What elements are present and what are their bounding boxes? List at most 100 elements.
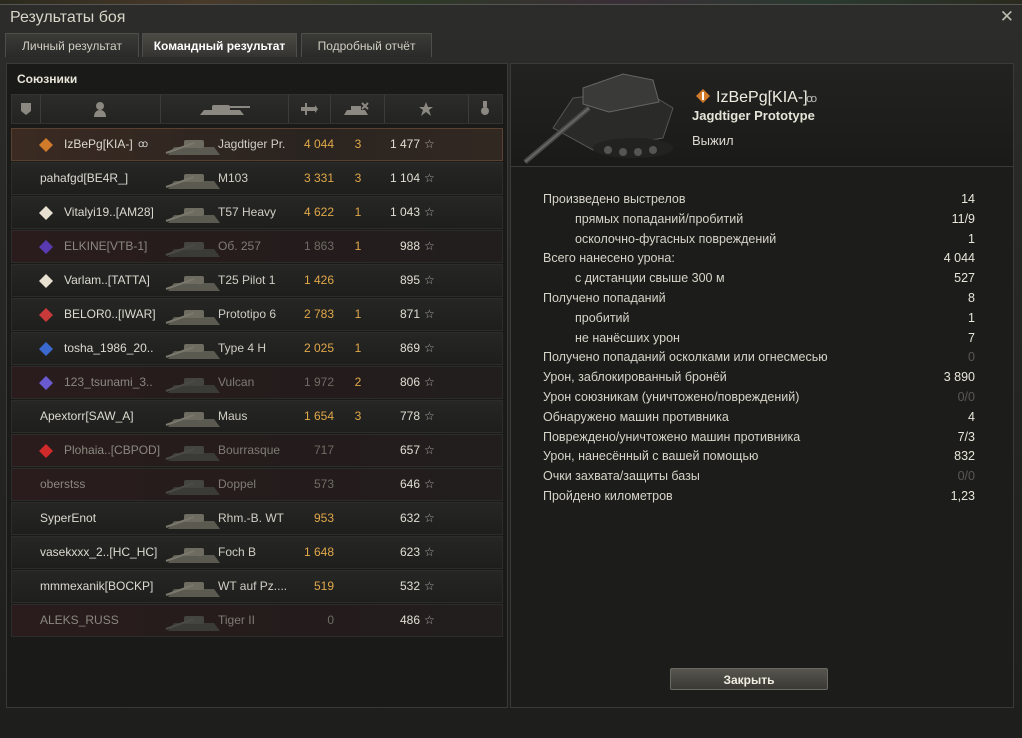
player-row[interactable]: Plohaia..[CBPOD] Bourrasque 717 657 ☆ xyxy=(11,434,503,467)
damage-value: 1 972 xyxy=(303,375,334,389)
kills-value: 1 xyxy=(354,341,362,355)
stat-value: 7 xyxy=(968,330,975,345)
stat-label: Очки захвата/защиты базы xyxy=(543,469,700,484)
xp-column-header[interactable]: ⌄ xyxy=(384,93,766,123)
stat-value: 1 xyxy=(968,231,975,246)
kills-value xyxy=(352,435,364,466)
tank-name: Doppel xyxy=(218,477,257,491)
tank-name: Prototipo 6 xyxy=(218,307,277,321)
xp-value: 646 xyxy=(399,477,420,491)
xp-value: 1 104 xyxy=(389,171,420,185)
stat-label: Получено попаданий xyxy=(543,290,666,305)
star-icon: ☆ xyxy=(424,137,435,151)
close-button[interactable]: Закрыть xyxy=(670,668,828,690)
player-name: mmmexanik[BOCKP] xyxy=(40,579,154,593)
player-detail-panel: IzBePg[KIA-] ꝏ Jagdtiger Prototype Выжил… xyxy=(510,63,1014,708)
kills-value: 1 xyxy=(354,307,362,321)
stat-label: с дистанции свыше 300 м xyxy=(575,271,725,286)
clan-emblem-icon xyxy=(39,342,53,356)
player-row[interactable]: ELKINE[VTB-1] Об. 257 1 863 1 988 ☆ xyxy=(11,230,503,263)
tank-thumbnail-icon xyxy=(165,480,220,495)
damage-value: 953 xyxy=(313,511,334,525)
stat-row: осколочно-фугасных повреждений 1 xyxy=(543,232,975,252)
tank-name: Vulcan xyxy=(218,375,255,389)
stat-row: Урон союзникам (уничтожено/повреждений) 0… xyxy=(543,390,975,410)
stat-row: Произведено выстрелов 14 xyxy=(543,192,975,212)
player-detail-header: IzBePg[KIA-] ꝏ Jagdtiger Prototype Выжил xyxy=(511,64,1013,167)
damage-value: 519 xyxy=(313,579,334,593)
clan-emblem-icon xyxy=(39,308,53,322)
tank-name: Tiger II xyxy=(218,613,255,627)
xp-value: 632 xyxy=(399,511,420,525)
squad-column-header[interactable] xyxy=(12,95,41,123)
tab-team-result[interactable]: Командный результат xyxy=(142,33,297,57)
stat-row: с дистанции свыше 300 м 527 xyxy=(543,271,975,291)
tank-thumbnail-icon xyxy=(165,514,220,529)
star-icon: ☆ xyxy=(424,477,435,491)
kills-value: 2 xyxy=(354,375,362,389)
tank-name: Об. 257 xyxy=(218,239,261,253)
tank-thumbnail-icon xyxy=(165,344,220,359)
player-name: oberstss xyxy=(40,477,86,491)
clan-emblem-icon xyxy=(39,376,53,390)
damage-value: 1 648 xyxy=(303,545,334,559)
stat-value: 7/3 xyxy=(957,429,975,444)
xp-star-icon xyxy=(419,102,433,116)
xp-value: 778 xyxy=(399,409,420,423)
window-title: Результаты боя xyxy=(10,9,126,26)
battle-results-window: Результаты боя ✕ Личный результат Команд… xyxy=(0,4,1022,738)
close-icon[interactable]: ✕ xyxy=(1000,7,1014,27)
kills-value: 3 xyxy=(354,171,362,185)
stat-label: не нанёсших урон xyxy=(575,330,680,345)
xp-value: 871 xyxy=(399,307,420,321)
xp-value: 486 xyxy=(399,613,420,627)
player-row[interactable]: Vitalyi19..[AM28] T57 Heavy 4 622 1 1 043 ☆ xyxy=(11,196,503,229)
tank-name: Rhm.-B. WT xyxy=(218,511,284,525)
player-name: tosha_1986_20.. xyxy=(64,341,154,355)
player-row[interactable]: SyperEnot Rhm.-B. WT 953 632 ☆ xyxy=(11,502,503,535)
player-name: IzBePg[KIA-] xyxy=(716,89,808,106)
clan-emblem-icon xyxy=(39,444,53,458)
tab-personal-result[interactable]: Личный результат xyxy=(5,33,139,57)
player-icon xyxy=(94,102,106,117)
damage-value: 3 331 xyxy=(303,171,334,185)
damage-column-header[interactable] xyxy=(288,95,331,123)
player-row[interactable]: IzBePg[KIA-] ꝏ Jagdtiger Pr. 4 044 3 1 477 ☆ xyxy=(11,128,503,161)
stat-value: 832 xyxy=(954,449,975,464)
tab-detailed-report[interactable]: Подробный отчёт xyxy=(301,33,432,57)
player-row[interactable]: oberstss Doppel 573 646 ☆ xyxy=(11,468,503,501)
player-row[interactable]: tosha_1986_20.. Type 4 H 2 025 1 869 ☆ xyxy=(11,332,503,365)
vehicle-status: Выжил xyxy=(692,133,734,148)
player-name: SyperEnot xyxy=(40,511,97,525)
player-row[interactable]: BELOR0..[IWAR] Prototipo 6 2 783 1 871 ☆ xyxy=(11,298,503,331)
team-title: Союзники xyxy=(17,72,78,86)
player-row[interactable]: ALEKS_RUSS Tiger II 0 486 ☆ xyxy=(11,604,503,637)
tank-name: Jagdtiger Pr. xyxy=(218,137,286,151)
star-icon: ☆ xyxy=(424,171,435,185)
player-column-header[interactable] xyxy=(40,95,161,123)
stat-row: Урон, нанесённый с вашей помощью 832 xyxy=(543,449,975,469)
tank-name: Jagdtiger Prototype xyxy=(692,108,815,123)
kills-column-header[interactable] xyxy=(330,95,385,123)
player-row[interactable]: Varlam..[TATTA] T25 Pilot 1 1 426 895 ☆ xyxy=(11,264,503,297)
xp-value: 869 xyxy=(399,341,420,355)
player-row[interactable]: pahafgd[BE4R_] M103 3 331 3 1 104 ☆ xyxy=(11,162,503,195)
player-row[interactable]: 123_tsunami_3.. Vulcan 1 972 2 806 ☆ xyxy=(11,366,503,399)
kills-value xyxy=(352,605,364,636)
player-row[interactable]: mmmexanik[BOCKP] WT auf Pz.... 519 532 ☆ xyxy=(11,570,503,603)
player-name: pahafgd[BE4R_] xyxy=(40,171,129,185)
damage-icon xyxy=(301,103,318,115)
star-icon: ☆ xyxy=(424,307,435,321)
stat-label: пробитий xyxy=(575,310,630,325)
stat-value: 0/0 xyxy=(957,469,975,484)
stat-value: 4 044 xyxy=(943,251,975,266)
squad-icon xyxy=(21,103,31,115)
star-icon: ☆ xyxy=(424,511,435,525)
player-row[interactable]: Apextorr[SAW_A] Maus 1 654 3 778 ☆ xyxy=(11,400,503,433)
stat-row: Пройдено километров 1,23 xyxy=(543,489,975,509)
medal-column-header[interactable] xyxy=(468,95,502,123)
tank-column-header[interactable] xyxy=(160,95,289,123)
stat-value: 0 xyxy=(968,350,975,365)
player-row[interactable]: vasekxxx_2..[HC_HC] Foch B 1 648 623 ☆ xyxy=(11,536,503,569)
tank-name: M103 xyxy=(218,171,249,185)
